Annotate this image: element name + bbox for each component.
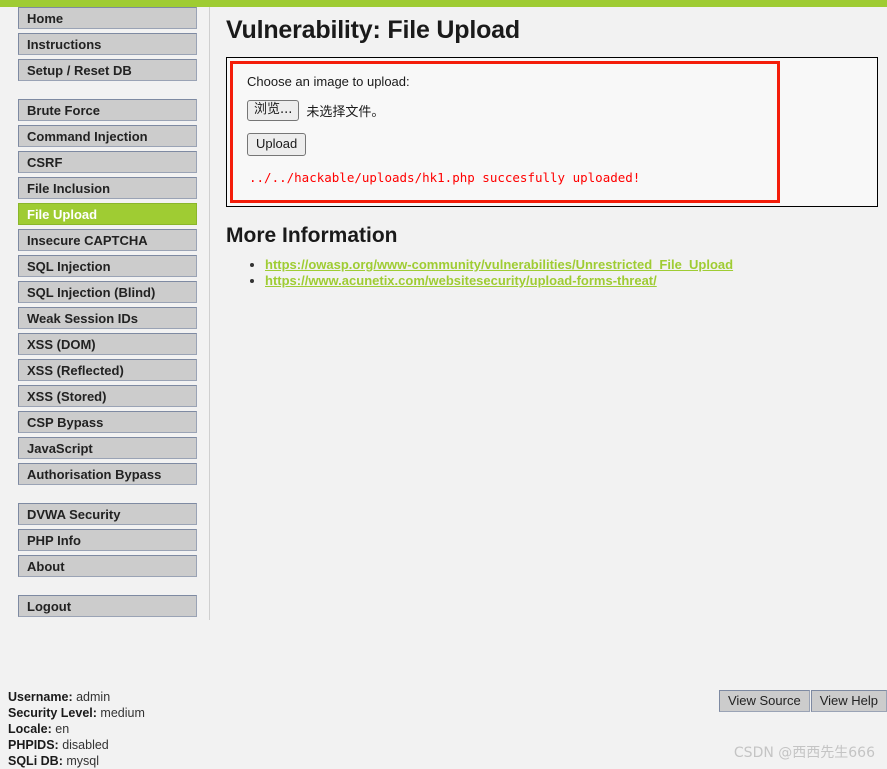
- footer-security-level-label: Security Level:: [8, 706, 97, 720]
- sidebar-group-1: Brute Force Command Injection CSRF File Inc…: [0, 99, 209, 485]
- csdn-watermark: CSDN @西西先生666: [733, 745, 875, 761]
- page-container: Home Instructions Setup / Reset DB Brute Fo…: [0, 7, 887, 768]
- view-source-button[interactable]: View Source: [718, 690, 810, 712]
- file-upload-form-panel: Choose an image to upload: 浏览... 未选择文件。 …: [230, 61, 780, 203]
- sidebar-item-xss-dom[interactable]: XSS (DOM): [18, 333, 197, 355]
- upload-submit-button[interactable]: Upload: [247, 133, 307, 156]
- more-information-link-1[interactable]: https://www.acunetix.com/websitesecurity…: [265, 273, 657, 288]
- vulnerability-outer-box: Choose an image to upload: 浏览... 未选择文件。 …: [226, 57, 878, 207]
- sidebar-item-javascript[interactable]: JavaScript: [18, 437, 197, 459]
- sidebar-item-instructions[interactable]: Instructions: [18, 33, 197, 55]
- sidebar-item-file-upload[interactable]: File Upload: [18, 203, 197, 225]
- footer-locale-label: Locale:: [8, 722, 52, 736]
- sidebar-item-home[interactable]: Home: [18, 7, 197, 29]
- more-information-heading: More Information: [226, 224, 398, 247]
- footer-locale-row: Locale: en: [8, 721, 145, 737]
- footer-sqli-db-value: mysql: [66, 754, 99, 768]
- footer-username-label: Username:: [8, 690, 73, 704]
- sidebar-item-sql-injection-blind[interactable]: SQL Injection (Blind): [18, 281, 197, 303]
- top-accent-bar: [0, 0, 887, 7]
- sidebar-navigation: Home Instructions Setup / Reset DB Brute Fo…: [0, 7, 210, 620]
- main-content: Vulnerability: File Upload Choose an ima…: [211, 7, 887, 764]
- footer-phpids-value: disabled: [62, 738, 109, 752]
- view-help-button[interactable]: View Help: [810, 690, 887, 712]
- sidebar-group-spacer: [0, 581, 209, 595]
- browse-file-button[interactable]: 浏览...: [247, 100, 300, 121]
- file-selection-status: 未选择文件。: [306, 105, 385, 120]
- footer-status-info: Username: admin Security Level: medium L…: [8, 689, 145, 769]
- list-item: https://owasp.org/www-community/vulnerab…: [265, 257, 887, 272]
- footer-security-level-row: Security Level: medium: [8, 705, 145, 721]
- more-information-link-list: https://owasp.org/www-community/vulnerab…: [211, 257, 887, 288]
- footer-phpids-row: PHPIDS: disabled: [8, 737, 145, 753]
- footer-button-group: View Source View Help: [718, 690, 887, 712]
- footer-username-row: Username: admin: [8, 689, 145, 705]
- footer-sqli-db-label: SQLi DB:: [8, 754, 63, 768]
- footer-security-level-value: medium: [100, 706, 145, 720]
- more-information-link-0[interactable]: https://owasp.org/www-community/vulnerab…: [265, 257, 733, 272]
- footer-phpids-label: PHPIDS:: [8, 738, 59, 752]
- sidebar-group-spacer: [0, 489, 209, 503]
- footer-username-value: admin: [76, 690, 111, 704]
- sidebar-group-3: Logout: [0, 595, 209, 617]
- sidebar-item-sql-injection[interactable]: SQL Injection: [18, 255, 197, 277]
- sidebar-item-php-info[interactable]: PHP Info: [18, 529, 197, 551]
- list-item: https://www.acunetix.com/websitesecurity…: [265, 273, 887, 288]
- sidebar-item-csp-bypass[interactable]: CSP Bypass: [18, 411, 197, 433]
- sidebar-item-about[interactable]: About: [18, 555, 197, 577]
- sidebar-item-command-injection[interactable]: Command Injection: [18, 125, 197, 147]
- sidebar-group-2: DVWA Security PHP Info About: [0, 503, 209, 577]
- sidebar-item-setup-reset-db[interactable]: Setup / Reset DB: [18, 59, 197, 81]
- sidebar-item-dvwa-security[interactable]: DVWA Security: [18, 503, 197, 525]
- sidebar-item-insecure-captcha[interactable]: Insecure CAPTCHA: [18, 229, 197, 251]
- sidebar-group-0: Home Instructions Setup / Reset DB: [0, 7, 209, 81]
- file-input-row: 浏览... 未选择文件。: [247, 100, 777, 121]
- sidebar-group-spacer: [0, 85, 209, 99]
- sidebar-item-xss-stored[interactable]: XSS (Stored): [18, 385, 197, 407]
- sidebar-item-xss-reflected[interactable]: XSS (Reflected): [18, 359, 197, 381]
- footer-sqli-db-row: SQLi DB: mysql: [8, 753, 145, 769]
- footer-locale-value: en: [55, 722, 70, 736]
- sidebar-item-authorisation-bypass[interactable]: Authorisation Bypass: [18, 463, 197, 485]
- choose-image-label: Choose an image to upload:: [247, 74, 410, 89]
- upload-result-message: ../../hackable/uploads/hk1.php succesful…: [249, 170, 641, 185]
- sidebar-item-csrf[interactable]: CSRF: [18, 151, 197, 173]
- sidebar-item-weak-session-ids[interactable]: Weak Session IDs: [18, 307, 197, 329]
- page-title: Vulnerability: File Upload: [226, 16, 520, 44]
- sidebar-item-brute-force[interactable]: Brute Force: [18, 99, 197, 121]
- sidebar-item-logout[interactable]: Logout: [18, 595, 197, 617]
- sidebar-item-file-inclusion[interactable]: File Inclusion: [18, 177, 197, 199]
